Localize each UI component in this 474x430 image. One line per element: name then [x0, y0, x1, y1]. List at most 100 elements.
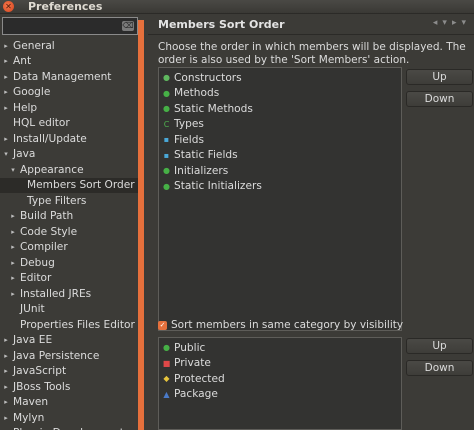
tree-item[interactable]: ▸ Java Persistence	[0, 348, 138, 364]
tree-item-label: Mylyn	[13, 411, 45, 424]
list-item[interactable]: ● Initializers	[159, 163, 401, 179]
collapsed-twisty-icon[interactable]: ▸	[2, 57, 10, 65]
collapsed-twisty-icon[interactable]: ▸	[2, 135, 10, 143]
tree-item[interactable]: ▸ JavaScript	[0, 364, 138, 380]
list-item[interactable]: C Types	[159, 117, 401, 133]
clear-filter-icon[interactable]: ⌫	[122, 21, 134, 31]
tree-item-label: Java	[13, 148, 36, 161]
expanded-twisty-icon[interactable]: ▾	[2, 150, 10, 158]
collapsed-twisty-icon[interactable]: ▸	[9, 259, 17, 267]
tree-item[interactable]: Type Filters	[0, 193, 138, 209]
back-menu-icon[interactable]: ▾	[442, 18, 447, 28]
tree-item-label: HQL editor	[13, 117, 70, 130]
tree-item[interactable]: ▸ Maven	[0, 395, 138, 411]
tree-item-label: Install/Update	[13, 132, 87, 145]
list-item-label: Methods	[174, 87, 220, 100]
list-item[interactable]: ▲ Package	[159, 387, 401, 403]
tree-item[interactable]: ▸ Debug	[0, 255, 138, 271]
tree-scrollbar[interactable]	[138, 20, 144, 430]
type-icon: C	[163, 119, 170, 129]
tree-item[interactable]: ▸ Google	[0, 85, 138, 101]
visibility-order-list[interactable]: ● Public ■ Private ◆ Protected ▲ Package	[158, 337, 402, 430]
list-item-label: Private	[174, 357, 211, 370]
preference-page: Members Sort Order ◂ ▾ ▸ ▾ Choose the or…	[146, 14, 474, 430]
tree-item[interactable]: ▸ General	[0, 38, 138, 54]
collapsed-twisty-icon[interactable]: ▸	[2, 73, 10, 81]
list-item[interactable]: ● Static Methods	[159, 101, 401, 117]
tree-item[interactable]: ▸ Installed JREs	[0, 286, 138, 302]
collapsed-twisty-icon[interactable]: ▸	[2, 398, 10, 406]
collapsed-twisty-icon[interactable]: ▸	[9, 212, 17, 220]
list-item-label: Static Methods	[174, 102, 253, 115]
list-item[interactable]: ◆ Protected	[159, 371, 401, 387]
tree-item[interactable]: HQL editor	[0, 116, 138, 132]
collapsed-twisty-icon[interactable]: ▸	[9, 274, 17, 282]
tree-item[interactable]: ▸ Code Style	[0, 224, 138, 240]
tree-item[interactable]: ▸ Data Management	[0, 69, 138, 85]
forward-icon[interactable]: ▸	[452, 18, 457, 28]
visibility-down-button[interactable]: Down	[406, 360, 473, 376]
list-item[interactable]: ▪ Static Fields	[159, 148, 401, 164]
tree-item-label: JUnit	[20, 303, 45, 316]
list-item-label: Types	[174, 118, 204, 131]
tree-item[interactable]: ▾ Java	[0, 147, 138, 163]
tree-item[interactable]: ▸ Help	[0, 100, 138, 116]
tree-item[interactable]: ▸ Compiler	[0, 240, 138, 256]
list-item-label: Static Initializers	[174, 180, 262, 193]
collapsed-twisty-icon[interactable]: ▸	[2, 352, 10, 360]
list-item[interactable]: ● Constructors	[159, 70, 401, 86]
collapsed-twisty-icon[interactable]: ▸	[9, 243, 17, 251]
method-icon: ●	[163, 88, 170, 98]
tree-item[interactable]: ▾ Appearance	[0, 162, 138, 178]
tree-item[interactable]: ▸ Install/Update	[0, 131, 138, 147]
sort-by-visibility-option[interactable]: ✓ Sort members in same category by visib…	[158, 319, 403, 331]
tree-item-label: JavaScript	[13, 365, 67, 378]
tree-item[interactable]: ▸Plug-in Development	[0, 426, 138, 430]
tree-item[interactable]: Properties Files Editor	[0, 317, 138, 333]
collapsed-twisty-icon[interactable]: ▸	[9, 228, 17, 236]
list-item-label: Constructors	[174, 71, 242, 84]
static-field-icon: ▪	[163, 150, 170, 160]
members-down-button[interactable]: Down	[406, 91, 473, 107]
list-item[interactable]: ● Public	[159, 340, 401, 356]
page-title: Members Sort Order	[158, 18, 285, 31]
preferences-tree: ▸ General ▸ Ant ▸ Data Management ▸ Google ▸ Help…	[0, 38, 138, 430]
tree-item[interactable]: ▸ JBoss Tools	[0, 379, 138, 395]
list-item[interactable]: ● Methods	[159, 86, 401, 102]
tree-item[interactable]: JUnit	[0, 302, 138, 318]
sort-by-visibility-checkbox[interactable]: ✓	[158, 320, 167, 330]
collapsed-twisty-icon[interactable]: ▸	[2, 414, 10, 422]
tree-item[interactable]: ▸ Editor	[0, 271, 138, 287]
tree-item-label: Data Management	[13, 70, 112, 83]
collapsed-twisty-icon[interactable]: ▸	[2, 104, 10, 112]
page-nav: ◂ ▾ ▸ ▾	[433, 18, 466, 28]
page-description: Choose the order in which members will b…	[158, 41, 466, 66]
tree-item[interactable]: ▸ Java EE	[0, 333, 138, 349]
tree-item[interactable]: ▸ Mylyn	[0, 410, 138, 426]
tree-item-label: Maven	[13, 396, 49, 409]
collapsed-twisty-icon[interactable]: ▸	[2, 42, 10, 50]
expanded-twisty-icon[interactable]: ▾	[9, 166, 17, 174]
collapsed-twisty-icon[interactable]: ▸	[2, 367, 10, 375]
collapsed-twisty-icon[interactable]: ▸	[2, 88, 10, 96]
members-up-button[interactable]: Up	[406, 69, 473, 85]
forward-menu-icon[interactable]: ▾	[461, 18, 466, 28]
visibility-up-button[interactable]: Up	[406, 338, 473, 354]
back-icon[interactable]: ◂	[433, 18, 438, 28]
tree-item[interactable]: Members Sort Order	[0, 177, 138, 193]
members-order-list[interactable]: ● Constructors ● Methods ● Static Methods C Typ…	[158, 67, 402, 331]
sort-by-visibility-label: Sort members in same category by visibil…	[171, 319, 404, 331]
tree-item-label: Installed JREs	[20, 287, 92, 300]
collapsed-twisty-icon[interactable]: ▸	[2, 336, 10, 344]
list-item[interactable]: ● Static Initializers	[159, 179, 401, 195]
close-window-button[interactable]: ✕	[3, 1, 14, 12]
tree-item[interactable]: ▸ Ant	[0, 54, 138, 70]
tree-item[interactable]: ▸ Build Path	[0, 209, 138, 225]
filter-input[interactable]: ⌫	[2, 17, 138, 35]
list-item[interactable]: ▪ Fields	[159, 132, 401, 148]
tree-item-label: JBoss Tools	[13, 380, 71, 393]
collapsed-twisty-icon[interactable]: ▸	[2, 383, 10, 391]
list-item[interactable]: ■ Private	[159, 356, 401, 372]
tree-item-label: Google	[13, 86, 51, 99]
collapsed-twisty-icon[interactable]: ▸	[9, 290, 17, 298]
